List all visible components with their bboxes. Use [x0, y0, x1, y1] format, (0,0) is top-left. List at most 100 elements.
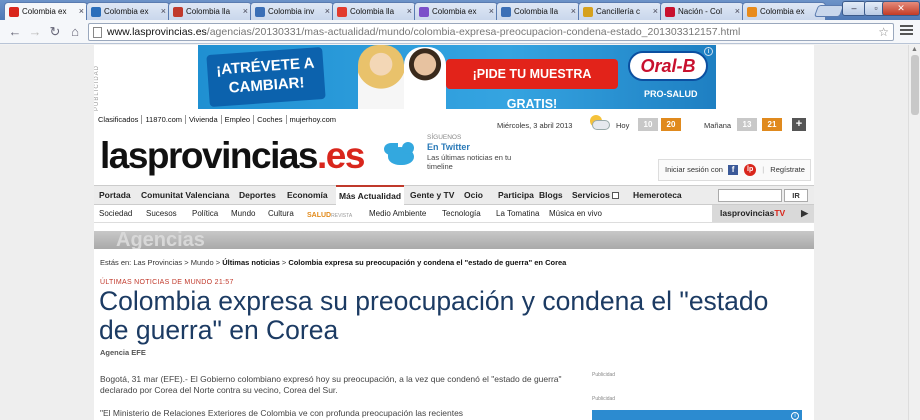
today-high-temp: 20: [661, 118, 681, 131]
new-tab-button[interactable]: [813, 5, 845, 17]
ad-cta[interactable]: ¡PIDE TU MUESTRA GRATIS!: [446, 59, 618, 109]
search-input[interactable]: [718, 189, 782, 202]
follow-title: En Twitter: [427, 142, 470, 152]
bookmark-star-icon[interactable]: ☆: [878, 24, 889, 40]
tab-title: Nación - Col: [678, 7, 723, 16]
site-logo[interactable]: lasprovincias.es: [100, 135, 365, 177]
subnav-item[interactable]: Política: [192, 209, 218, 218]
subnav-item[interactable]: La Tomatina: [496, 209, 539, 218]
classified-link[interactable]: mujerhoy.com: [287, 115, 340, 124]
forward-icon[interactable]: →: [26, 24, 44, 39]
minimize-button[interactable]: –: [842, 1, 866, 16]
mainnav-item[interactable]: Economía: [287, 190, 328, 200]
back-icon[interactable]: ←: [6, 24, 24, 39]
lasprovincias-login-icon[interactable]: lp: [744, 164, 757, 177]
current-date: Miércoles, 3 abril 2013: [497, 121, 573, 130]
mainnav-item[interactable]: Participa: [498, 190, 534, 200]
address-bar[interactable]: www.lasprovincias.es/agencias/20130331/m…: [88, 23, 894, 41]
browser-tab[interactable]: Colombia ex ×: [4, 2, 88, 20]
scrollbar-thumb[interactable]: [911, 55, 919, 115]
classified-link[interactable]: Clasificados: [98, 115, 143, 124]
lasprovincias-tv-link[interactable]: lasprovinciasTV ▶: [712, 205, 814, 222]
browser-tab[interactable]: Colombia ex×: [86, 2, 170, 20]
mainnav-item[interactable]: Portada: [99, 190, 131, 200]
subnav-item[interactable]: Música en vivo: [549, 209, 602, 218]
breadcrumb-item[interactable]: Últimas noticias: [222, 258, 280, 267]
tab-close-icon[interactable]: ×: [243, 6, 248, 16]
subnav-item[interactable]: Cultura: [268, 209, 294, 218]
browser-toolbar: ← → ↻ ⌂ www.lasprovincias.es/agencias/20…: [0, 20, 920, 44]
tab-favicon-icon: [91, 7, 101, 17]
tab-close-icon[interactable]: ×: [735, 6, 740, 16]
weather-more-button[interactable]: +: [792, 118, 806, 131]
home-icon[interactable]: ⌂: [66, 24, 84, 39]
tab-title: Colombia ex: [432, 7, 477, 16]
ad-info-icon[interactable]: i: [704, 47, 713, 56]
reload-icon[interactable]: ↻: [46, 24, 64, 40]
tab-close-icon[interactable]: ×: [325, 6, 330, 16]
subnav-item[interactable]: Tecnología: [442, 209, 481, 218]
tab-close-icon[interactable]: ×: [407, 6, 412, 16]
mainnav-item[interactable]: Deportes: [239, 190, 276, 200]
browser-tab[interactable]: Cancillería c ×: [578, 2, 662, 20]
search-button[interactable]: IR: [784, 189, 808, 202]
browser-tab[interactable]: Colombia lla ×: [496, 2, 580, 20]
browser-tab[interactable]: Colombia ex×: [742, 2, 826, 20]
classified-link[interactable]: Empleo: [221, 115, 255, 124]
browser-tab[interactable]: Colombia inv ×: [250, 2, 334, 20]
classified-link[interactable]: 11870.com: [142, 115, 186, 124]
mainnav-item[interactable]: Blogs: [539, 190, 563, 200]
sidebar-ad[interactable]: i: [592, 410, 802, 420]
classified-link[interactable]: Vivienda: [186, 115, 222, 124]
tab-title: Colombia lla: [350, 7, 395, 16]
browser-tab[interactable]: Colombia lla ×: [168, 2, 252, 20]
subnav-salud-revista[interactable]: SALUDREVISTA: [307, 210, 352, 219]
browser-tab[interactable]: Nación - Col ×: [660, 2, 744, 20]
mainnav-item[interactable]: Servicios: [572, 190, 619, 200]
tab-favicon-icon: [583, 7, 593, 17]
mainnav-item[interactable]: Más Actualidad: [336, 185, 405, 206]
follow-kicker: SÍGUENOS: [427, 134, 462, 141]
menu-icon[interactable]: [900, 25, 913, 37]
subnav-item[interactable]: Mundo: [231, 209, 255, 218]
twitter-follow[interactable]: SÍGUENOS En Twitter Las últimas noticias…: [427, 133, 527, 171]
subnav-item[interactable]: Sociedad: [99, 209, 132, 218]
breadcrumb-item[interactable]: Mundo: [191, 258, 214, 267]
breadcrumb-item[interactable]: Las Provincias: [133, 258, 182, 267]
tab-close-icon[interactable]: ×: [161, 6, 166, 16]
mainnav-item-label: Economía: [287, 190, 328, 200]
tab-title: Colombia lla: [186, 7, 231, 16]
mainnav-item[interactable]: Gente y TV: [410, 190, 454, 200]
url-path: /agencias/20130331/mas-actualidad/mundo/…: [206, 26, 741, 38]
close-window-button[interactable]: ✕: [882, 1, 920, 16]
article-paragraph-2: "El Ministerio de Relaciones Exteriores …: [100, 408, 464, 418]
mainnav-item[interactable]: Comunitat Valenciana: [141, 190, 229, 200]
tomorrow-high-temp: 21: [762, 118, 782, 131]
mainnav-item[interactable]: Ocio: [464, 190, 483, 200]
browser-tab[interactable]: Colombia lla ×: [332, 2, 416, 20]
facebook-login-icon[interactable]: f: [728, 165, 739, 176]
subnav-item[interactable]: Medio Ambiente: [369, 209, 426, 218]
tab-favicon-icon: [337, 7, 347, 17]
article-paragraph-1: Bogotá, 31 mar (EFE).- El Gobierno colom…: [100, 374, 562, 395]
logo-tld: .es: [317, 135, 365, 176]
tab-title: Colombia ex: [22, 7, 67, 16]
classified-link[interactable]: Coches: [254, 115, 287, 124]
tab-close-icon[interactable]: ×: [79, 6, 84, 16]
sidebar-ad-info-icon[interactable]: i: [791, 412, 799, 420]
tab-close-icon[interactable]: ×: [653, 6, 658, 16]
tv-suffix: TV: [774, 208, 786, 218]
twitter-bird-icon[interactable]: [384, 139, 418, 169]
mainnav-item-label: Servicios: [572, 190, 610, 200]
page-scrollbar[interactable]: ▲: [908, 45, 920, 420]
subnav-item[interactable]: Sucesos: [146, 209, 177, 218]
register-link[interactable]: Regístrate: [770, 165, 805, 174]
mainnav-item[interactable]: Hemeroteca: [633, 190, 682, 200]
tab-close-icon[interactable]: ×: [571, 6, 576, 16]
tab-close-icon[interactable]: ×: [489, 6, 494, 16]
ad-brand-sub: PRO-SALUD: [644, 89, 698, 99]
ad-banner[interactable]: ¡ATRÉVETE A CAMBIAR! ¡PIDE TU MUESTRA GR…: [198, 45, 716, 109]
tomorrow-label: Mañana: [704, 121, 732, 130]
browser-tab[interactable]: Colombia ex ×: [414, 2, 498, 20]
ad-brand-logo: Oral-B: [628, 51, 708, 81]
